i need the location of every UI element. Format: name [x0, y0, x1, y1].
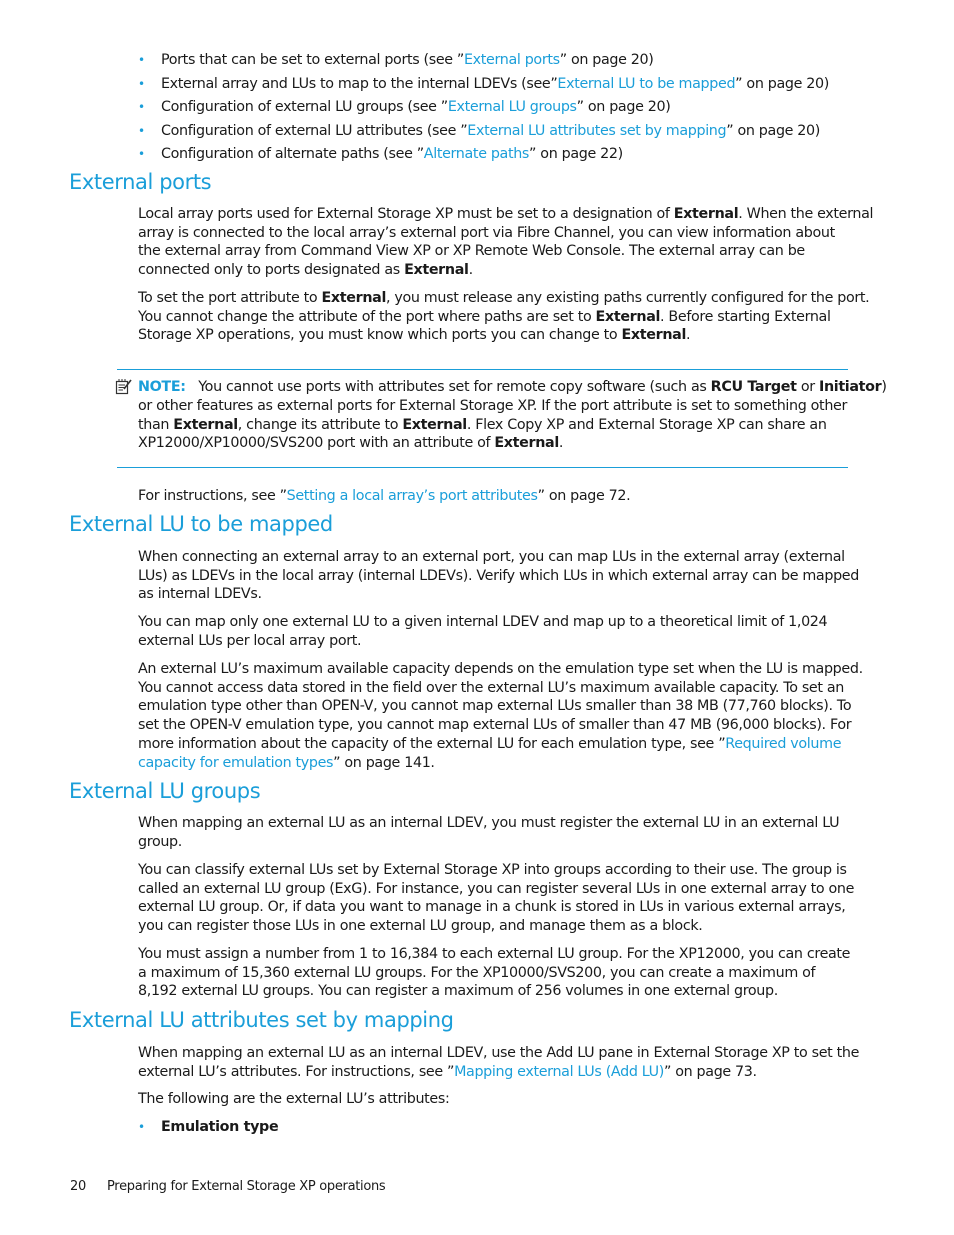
link-required-volume-capacity[interactable]: Required volume — [725, 736, 841, 752]
note-icon — [115, 379, 132, 395]
link-required-volume-capacity-cont[interactable]: capacity for emulation types — [138, 755, 333, 771]
list-item: • Ports that can be set to external ports… — [138, 49, 829, 73]
paragraph: When mapping an external LU as an intern… — [138, 1045, 860, 1080]
bullet-icon: • — [138, 76, 145, 91]
bullet-icon: • — [138, 100, 145, 114]
bullet-icon: • — [138, 1120, 145, 1134]
page-footer: 20 Preparing for External Storage XP oper… — [70, 1179, 386, 1194]
list-item: • Configuration of external LU groups (se… — [138, 96, 829, 120]
page-number: 20 — [70, 1179, 86, 1194]
link-external-lu-groups[interactable]: External LU groups — [448, 99, 577, 115]
heading-external-lu-attributes: External LU attributes set by mapping — [69, 1008, 454, 1032]
paragraph: To set the port attribute to External, y… — [138, 290, 870, 344]
note-text: NOTE: You cannot use ports with attribut… — [138, 379, 887, 395]
note-top-divider — [117, 369, 848, 370]
list-item: • Emulation type — [138, 1117, 279, 1137]
bullet-icon: • — [138, 53, 145, 67]
link-external-ports[interactable]: External ports — [464, 52, 560, 68]
paragraph: When connecting an external array to an … — [138, 549, 859, 603]
bullet-icon: • — [138, 123, 145, 138]
document-page: • Ports that can be set to external ports… — [0, 0, 954, 1235]
note-label: NOTE: — [138, 379, 186, 395]
link-external-lu-attributes[interactable]: External LU attributes set by mapping — [467, 123, 726, 139]
paragraph: You can classify external LUs set by Ext… — [138, 862, 855, 935]
paragraph: Local array ports used for External Stor… — [138, 206, 874, 279]
note-text-continued: or other features as external ports for … — [138, 398, 848, 452]
paragraph: The following are the external LU’s attr… — [138, 1091, 450, 1107]
heading-external-lu-groups: External LU groups — [69, 779, 261, 803]
paragraph: An external LU’s maximum available capac… — [138, 661, 863, 771]
bullet-icon: • — [138, 147, 145, 161]
link-alternate-paths[interactable]: Alternate paths — [424, 146, 530, 162]
link-mapping-external-lus[interactable]: Mapping external LUs (Add LU) — [454, 1064, 664, 1080]
list-item: • External array and LUs to map to the in… — [138, 73, 829, 97]
note-bottom-divider — [117, 467, 848, 468]
paragraph: When mapping an external LU as an intern… — [138, 815, 840, 850]
paragraph: For instructions, see ”Setting a local a… — [138, 488, 631, 504]
heading-external-lu-mapped: External LU to be mapped — [69, 512, 333, 536]
list-item: • Configuration of external LU attributes… — [138, 120, 829, 144]
paragraph: You must assign a number from 1 to 16,38… — [138, 946, 851, 1000]
attribute-emulation-type: Emulation type — [161, 1119, 279, 1135]
list-item: • Configuration of alternate paths (see ”… — [138, 143, 829, 167]
link-external-lu-mapped[interactable]: External LU to be mapped — [557, 76, 735, 92]
intro-bullet-list: • Ports that can be set to external ports… — [138, 49, 829, 167]
heading-external-ports: External ports — [69, 170, 212, 194]
chapter-title: Preparing for External Storage XP operat… — [107, 1179, 386, 1194]
link-setting-port-attributes[interactable]: Setting a local array’s port attributes — [287, 488, 538, 504]
paragraph: You can map only one external LU to a gi… — [138, 614, 828, 649]
